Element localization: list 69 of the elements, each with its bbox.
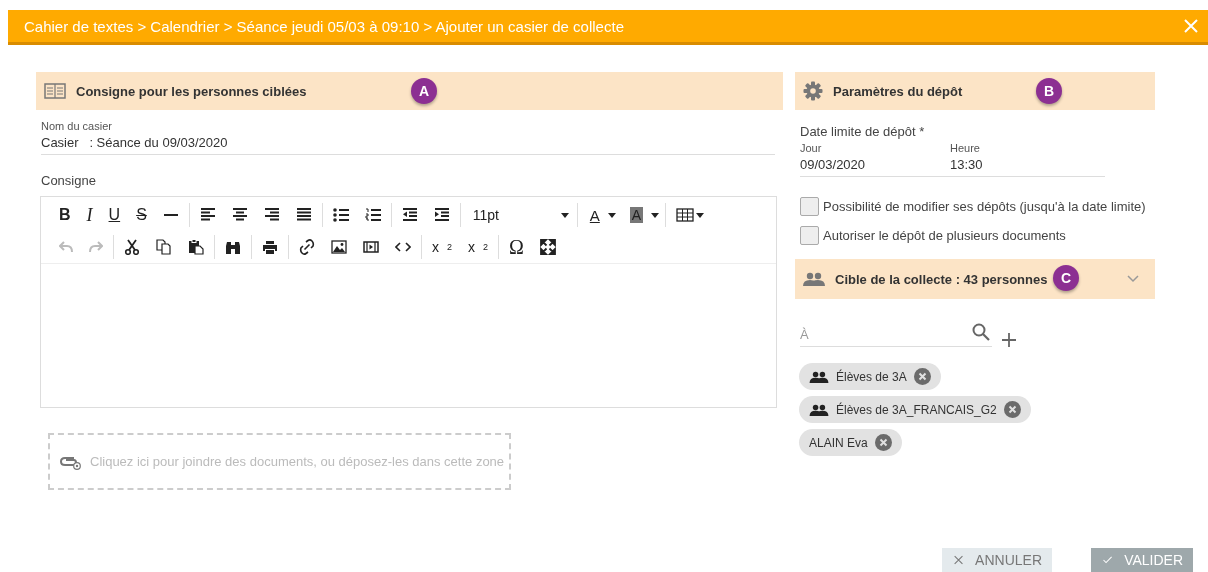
link-icon[interactable] [299, 239, 315, 255]
printer-icon[interactable] [262, 239, 278, 255]
align-left-icon[interactable] [199, 208, 216, 222]
bullet-list-icon[interactable] [332, 208, 349, 222]
table-icon[interactable] [676, 208, 705, 222]
strikethrough-button[interactable]: S [136, 206, 147, 224]
field-label: Date limite de dépôt * [800, 124, 926, 139]
caret-icon [560, 212, 569, 218]
settings-icon [803, 81, 823, 101]
checkbox[interactable] [800, 197, 819, 216]
indent-icon[interactable] [433, 208, 450, 222]
highlight-color-button[interactable]: A [629, 207, 660, 223]
font-size-dropdown[interactable]: 11pt [462, 207, 575, 223]
date-field[interactable]: 09/03/2020 [800, 154, 950, 176]
numbered-list-icon[interactable] [364, 208, 381, 222]
align-center-icon[interactable] [231, 208, 248, 222]
people-icon [809, 403, 829, 416]
remove-icon[interactable] [913, 368, 931, 385]
paste-icon[interactable] [188, 239, 204, 255]
window-title: Cahier de textes > Calendrier > Séance jeudi 05/03 à 09:10 > Ajouter un casier de collecte [24, 17, 625, 35]
justify-icon[interactable] [295, 208, 312, 222]
recipient-chip[interactable]: Élèves de 3A [799, 363, 941, 390]
callout-badge: A [411, 78, 437, 104]
close-icon [954, 553, 964, 567]
field-label: Nom du casier [41, 120, 113, 132]
field-label: Heure [950, 142, 981, 154]
outdent-icon[interactable] [401, 208, 418, 222]
field-label: Consigne [41, 173, 97, 188]
callout-badge: B [1036, 78, 1062, 104]
checkbox-label: Possibilité de modifier ses dépôts (jusqu'à la date limite) [823, 199, 1146, 214]
copy-icon[interactable] [156, 239, 172, 255]
field-label: Jour [800, 142, 823, 154]
special-character-button[interactable]: Ω [509, 235, 524, 259]
people-icon [803, 272, 825, 286]
section-title: Cible de la collecte : 43 personnes [835, 271, 1048, 287]
recipient-chip[interactable]: ALAIN Eva [799, 429, 902, 456]
video-icon[interactable] [363, 240, 379, 254]
remove-icon[interactable] [874, 434, 892, 451]
time-field[interactable]: 13:30 [950, 154, 1090, 176]
binoculars-icon[interactable] [225, 239, 241, 255]
image-icon[interactable] [331, 240, 347, 254]
search-icon [972, 323, 990, 341]
add-icon[interactable] [1002, 333, 1016, 347]
people-icon [809, 370, 829, 383]
scissors-icon[interactable] [124, 239, 140, 255]
text-color-button[interactable]: A [589, 206, 616, 224]
book-icon [44, 83, 66, 99]
underline-button[interactable]: U [108, 206, 121, 224]
callout-badge: C [1053, 265, 1079, 291]
section-header[interactable]: Cible de la collecte : 43 personnes C [795, 259, 1155, 299]
caret-icon [607, 212, 616, 218]
checkbox-label: Autoriser le dépôt de plusieurs documents [823, 228, 1066, 243]
drop-zone-hint: Cliquez ici pour joindre des documents, ou déposez-les dans cette zone [90, 454, 505, 469]
cancel-button[interactable]: ANNULER [942, 548, 1052, 572]
name-field[interactable]: Casier : Séance du 09/03/2020 [41, 132, 775, 155]
align-right-icon[interactable] [263, 208, 280, 222]
checkbox[interactable] [800, 226, 819, 245]
superscript-button[interactable]: x$^{2}$ [468, 239, 489, 255]
bold-button[interactable]: B [59, 206, 71, 224]
chevron-icon [1127, 275, 1139, 283]
section-title: Paramètres du dépôt [833, 83, 963, 99]
recipient-chip[interactable]: Élèves de 3A_FRANCAIS_G2 [799, 396, 1031, 423]
search-field[interactable]: À [800, 327, 992, 347]
section-title: Consigne pour les personnes ciblées [76, 83, 307, 99]
italic-button[interactable]: I [86, 204, 93, 226]
remove-icon[interactable] [1003, 401, 1021, 418]
caret-icon [651, 212, 660, 218]
fullscreen-icon[interactable] [539, 239, 556, 255]
code-icon[interactable] [395, 241, 411, 253]
